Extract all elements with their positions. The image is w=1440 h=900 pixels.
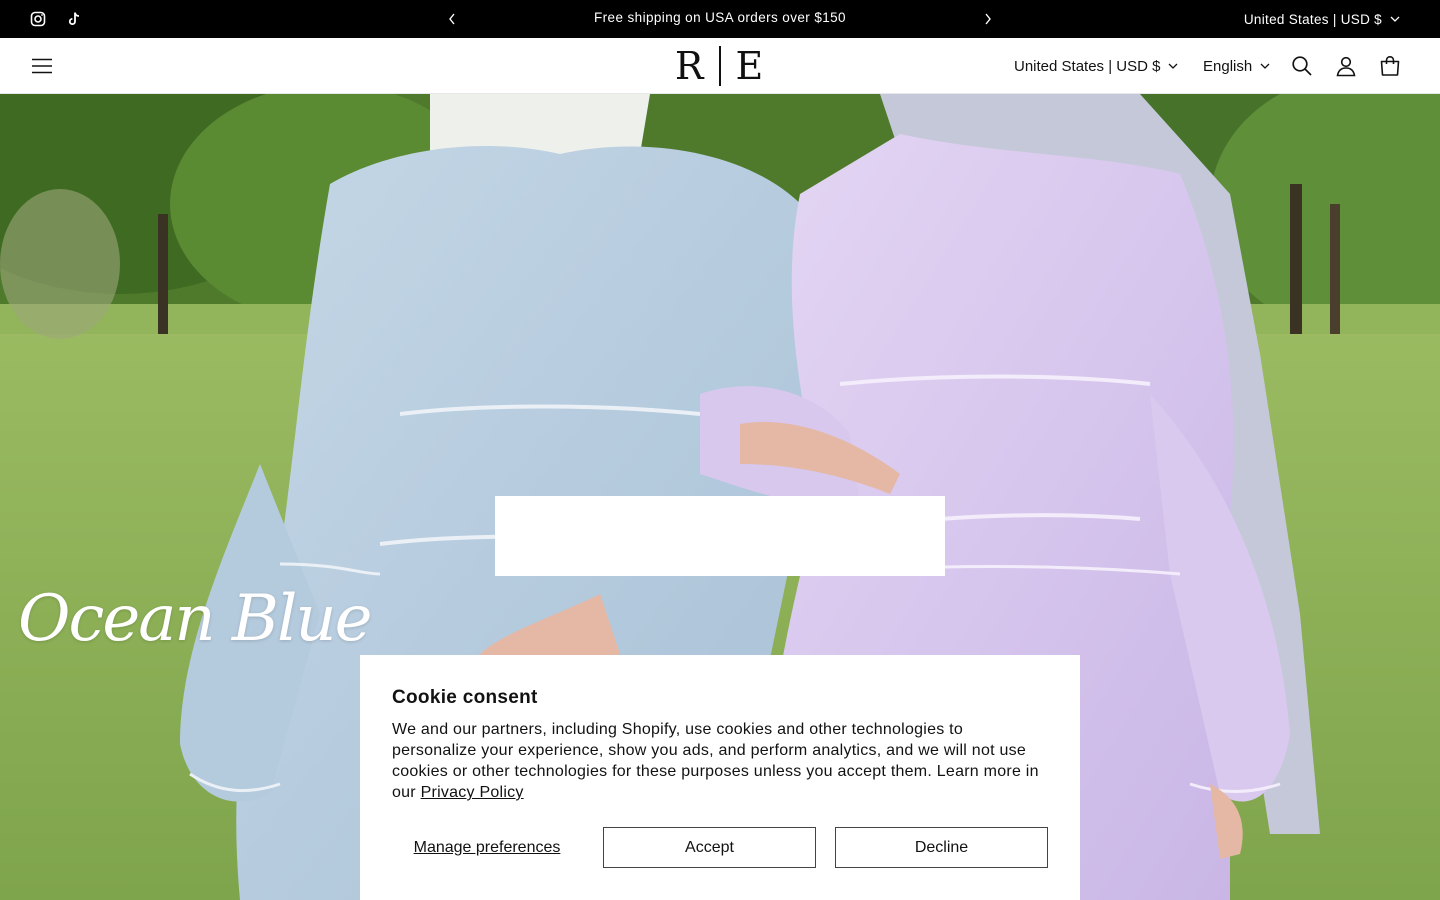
search-icon bbox=[1292, 56, 1312, 76]
site-header: R E United States | USD $ English bbox=[0, 38, 1440, 94]
chevron-left-icon bbox=[449, 13, 455, 25]
country-selector[interactable]: United States | USD $ bbox=[1014, 38, 1178, 94]
announcement-message: Free shipping on USA orders over $150 bbox=[594, 10, 846, 25]
tiktok-icon bbox=[68, 12, 80, 25]
hero-title: Ocean Blue bbox=[18, 582, 372, 656]
hero-content-box bbox=[495, 496, 945, 576]
instagram-icon bbox=[30, 11, 46, 27]
logo-divider bbox=[719, 46, 722, 86]
account-icon bbox=[1336, 56, 1356, 77]
menu-button[interactable] bbox=[28, 52, 56, 80]
privacy-policy-link[interactable]: Privacy Policy bbox=[421, 784, 524, 801]
logo-letter-left: R bbox=[674, 44, 706, 88]
announcement-next-button[interactable] bbox=[978, 0, 998, 38]
menu-icon bbox=[32, 58, 52, 74]
country-label: United States | USD $ bbox=[1014, 57, 1161, 75]
cart-icon bbox=[1380, 55, 1400, 76]
chevron-right-icon bbox=[985, 13, 991, 25]
logo-letter-right: E bbox=[735, 44, 766, 88]
cookie-title: Cookie consent bbox=[392, 687, 538, 708]
site-logo[interactable]: R E bbox=[640, 42, 800, 90]
cookie-consent-dialog: Cookie consent We and our partners, incl… bbox=[360, 655, 1080, 900]
language-label: English bbox=[1203, 57, 1253, 75]
account-button[interactable] bbox=[1332, 52, 1360, 80]
cart-button[interactable] bbox=[1376, 52, 1404, 80]
manage-preferences-button[interactable]: Manage preferences bbox=[392, 827, 582, 868]
chevron-down-icon bbox=[1390, 16, 1400, 22]
language-selector[interactable]: English bbox=[1203, 38, 1270, 94]
search-button[interactable] bbox=[1288, 52, 1316, 80]
announcement-locale-label: United States | USD $ bbox=[1243, 11, 1382, 27]
announcement-bar: Free shipping on USA orders over $150 Un… bbox=[0, 0, 1440, 38]
cookie-actions: Manage preferences Accept Decline bbox=[392, 827, 1048, 868]
announcement-prev-button[interactable] bbox=[442, 0, 462, 38]
decline-button[interactable]: Decline bbox=[835, 827, 1048, 868]
tiktok-link[interactable] bbox=[66, 0, 82, 38]
instagram-link[interactable] bbox=[30, 0, 46, 38]
accept-button[interactable]: Accept bbox=[603, 827, 816, 868]
announcement-locale-selector[interactable]: United States | USD $ bbox=[1244, 0, 1400, 38]
chevron-down-icon bbox=[1169, 63, 1178, 69]
chevron-down-icon bbox=[1260, 63, 1270, 69]
cookie-body: We and our partners, including Shopify, … bbox=[392, 719, 1048, 803]
